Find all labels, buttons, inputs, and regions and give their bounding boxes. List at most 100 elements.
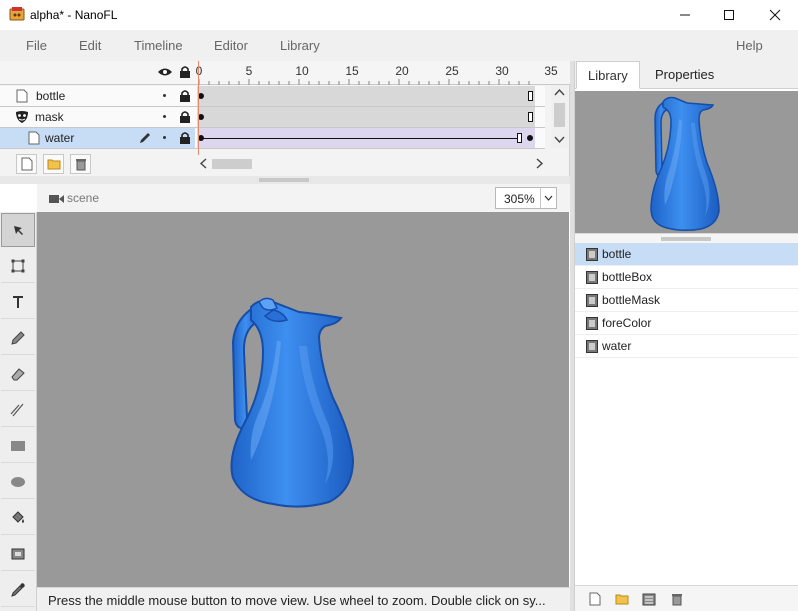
visibility-dot[interactable] [163, 94, 166, 97]
paint-bucket-icon [12, 510, 24, 523]
library-panel: Library Properties bottle bottleBox bott… [574, 61, 798, 611]
timeline-panel: 0 5 10 15 20 25 30 35 bottle mask water [0, 61, 570, 176]
pencil-tool[interactable] [1, 321, 35, 355]
transform-tool[interactable] [1, 249, 35, 283]
window-title: alpha* - NanoFL [30, 8, 118, 22]
movieclip-icon [586, 248, 598, 261]
properties-button[interactable] [639, 590, 659, 608]
layer-icon [28, 131, 40, 148]
lock-icon[interactable] [179, 89, 191, 103]
library-item-label: water [602, 339, 632, 353]
library-item[interactable]: water [575, 335, 798, 358]
menu-library[interactable]: Library [280, 38, 320, 53]
title-bar: alpha* - NanoFL [0, 0, 798, 30]
frame-end [528, 112, 533, 122]
minimize-button[interactable] [662, 0, 708, 30]
stage-canvas[interactable] [37, 212, 569, 587]
layer-frames[interactable] [197, 86, 535, 106]
gradient-tool[interactable] [1, 537, 35, 571]
chevron-down-icon [540, 188, 556, 208]
timeline-vscroll[interactable] [551, 85, 568, 148]
new-folder-button[interactable] [43, 154, 64, 174]
ruler-tick: 35 [544, 64, 558, 78]
menu-file[interactable]: File [26, 38, 47, 53]
layer-frames[interactable] [197, 107, 535, 127]
eraser-tool[interactable] [1, 357, 35, 391]
frame-ruler[interactable]: 0 5 10 15 20 25 30 35 [195, 61, 558, 85]
line-icon [10, 403, 24, 416]
menu-edit[interactable]: Edit [79, 38, 101, 53]
layer-row-mask[interactable]: mask [0, 107, 545, 128]
delete-item-button[interactable] [667, 590, 687, 608]
library-preview [575, 91, 798, 233]
close-icon [769, 9, 781, 21]
eye-icon[interactable] [157, 66, 173, 81]
panel-tabs: Library Properties [575, 61, 798, 89]
menu-help[interactable]: Help [736, 38, 763, 53]
layer-icon [16, 89, 28, 106]
tab-library[interactable]: Library [576, 61, 640, 89]
playhead[interactable] [198, 61, 199, 155]
menu-timeline[interactable]: Timeline [134, 38, 183, 53]
zoom-select[interactable]: 305% [495, 187, 557, 209]
maximize-icon [724, 10, 734, 20]
eyedropper-tool[interactable] [1, 573, 35, 607]
ellipse-icon [11, 476, 25, 487]
lock-icon[interactable] [179, 131, 191, 145]
menu-editor[interactable]: Editor [214, 38, 248, 53]
library-item[interactable]: bottleMask [575, 289, 798, 312]
ellipse-tool[interactable] [1, 465, 35, 499]
paint-bucket-tool[interactable] [1, 501, 35, 535]
eyedropper-icon [11, 582, 25, 597]
layer-controls: bottle [0, 86, 195, 106]
library-item[interactable]: foreColor [575, 312, 798, 335]
library-item[interactable]: bottleBox [575, 266, 798, 289]
pencil-icon [11, 330, 25, 345]
movieclip-icon [586, 294, 598, 307]
library-item-label: bottleMask [602, 293, 661, 307]
frame-end [528, 91, 533, 101]
new-layer-icon [21, 157, 32, 171]
new-layer-button[interactable] [16, 154, 37, 174]
new-folder-button[interactable] [612, 590, 632, 608]
new-file-button[interactable] [585, 590, 605, 608]
layer-row-water[interactable]: water [0, 128, 545, 149]
select-tool[interactable] [1, 213, 35, 247]
close-button[interactable] [752, 0, 798, 30]
visibility-dot[interactable] [163, 115, 166, 118]
visibility-dot[interactable] [163, 136, 166, 139]
new-folder-icon [47, 159, 60, 170]
select-arrow-icon [14, 226, 23, 235]
timeline-hscroll[interactable] [196, 155, 549, 172]
layer-controls: mask [0, 107, 195, 127]
rectangle-tool[interactable] [1, 429, 35, 463]
layer-controls: water [0, 128, 195, 148]
keyframe[interactable] [527, 135, 533, 141]
scene-bar: scene 305% [37, 184, 570, 212]
status-bar: Press the middle mouse button to move vi… [37, 587, 570, 611]
movieclip-icon [586, 317, 598, 330]
delete-layer-button[interactable] [70, 154, 91, 174]
tab-properties[interactable]: Properties [644, 61, 725, 89]
library-item[interactable]: bottle [575, 243, 798, 266]
maximize-button[interactable] [706, 0, 752, 30]
preview-artwork [650, 96, 720, 232]
rectangle-icon [11, 440, 25, 451]
text-tool[interactable] [1, 285, 35, 319]
layer-frames[interactable] [197, 128, 535, 148]
line-tool[interactable] [1, 393, 35, 427]
status-text: Press the middle mouse button to move vi… [48, 593, 546, 608]
library-toolbar [575, 585, 798, 611]
layer-row-bottle[interactable]: bottle [0, 86, 545, 107]
bottle-artwork [230, 297, 355, 508]
lock-all-icon[interactable] [179, 65, 191, 82]
trash-icon [75, 158, 86, 170]
lock-icon[interactable] [179, 110, 191, 124]
new-file-icon [589, 592, 601, 606]
minimize-icon [680, 14, 690, 16]
eraser-icon [11, 367, 25, 380]
movieclip-icon [586, 271, 598, 284]
timeline-splitter[interactable] [0, 176, 570, 184]
scene-breadcrumb[interactable]: scene [67, 191, 99, 205]
preview-splitter[interactable] [575, 233, 798, 243]
